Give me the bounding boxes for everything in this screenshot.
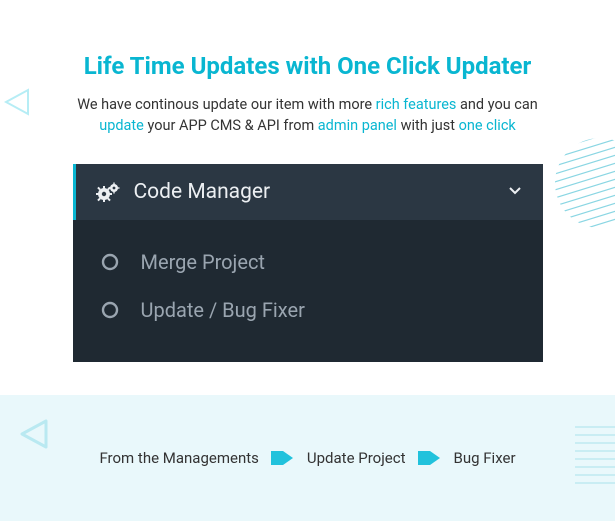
circle-icon: [101, 253, 119, 271]
subtitle-accent-one-click: one click: [459, 117, 516, 134]
sidebar-item-update-bug-fixer[interactable]: Update / Bug Fixer: [93, 286, 523, 334]
chevron-down-icon: [507, 182, 523, 202]
subtitle-text: with just: [397, 117, 459, 134]
subtitle-text: We have continous update our item with m…: [77, 96, 375, 113]
breadcrumb-footer: From the Managements Update Project Bug …: [0, 395, 615, 521]
subtitle-text: your APP CMS & API from: [144, 117, 318, 134]
breadcrumb-item: Bug Fixer: [454, 449, 516, 467]
decorative-lines: [575, 423, 615, 493]
sidebar-item-label: Code Manager: [134, 180, 507, 204]
page-subtitle: We have continous update our item with m…: [0, 94, 615, 136]
sidebar-item-merge-project[interactable]: Merge Project: [93, 238, 523, 286]
arrow-tag-icon: [418, 449, 442, 467]
subtitle-accent-update: update: [99, 117, 144, 134]
breadcrumb-item: Update Project: [307, 449, 406, 467]
circle-icon: [101, 301, 119, 319]
breadcrumb-item: From the Managements: [99, 449, 258, 467]
subtitle-accent-rich-features: rich features: [376, 96, 457, 113]
admin-panel-screenshot: Code Manager Merge Project Update / Bug …: [73, 164, 543, 362]
sidebar-submenu: Merge Project Update / Bug Fixer: [73, 220, 543, 362]
decorative-play-triangle: [18, 417, 48, 455]
sidebar-item-label: Merge Project: [141, 250, 265, 274]
subtitle-accent-admin-panel: admin panel: [318, 117, 397, 134]
sidebar-item-label: Update / Bug Fixer: [141, 298, 305, 322]
gears-icon: [96, 182, 120, 202]
sidebar-item-code-manager[interactable]: Code Manager: [73, 164, 543, 220]
page-title: Life Time Updates with One Click Updater: [0, 52, 615, 80]
arrow-tag-icon: [271, 449, 295, 467]
subtitle-text: and you can: [456, 96, 537, 113]
